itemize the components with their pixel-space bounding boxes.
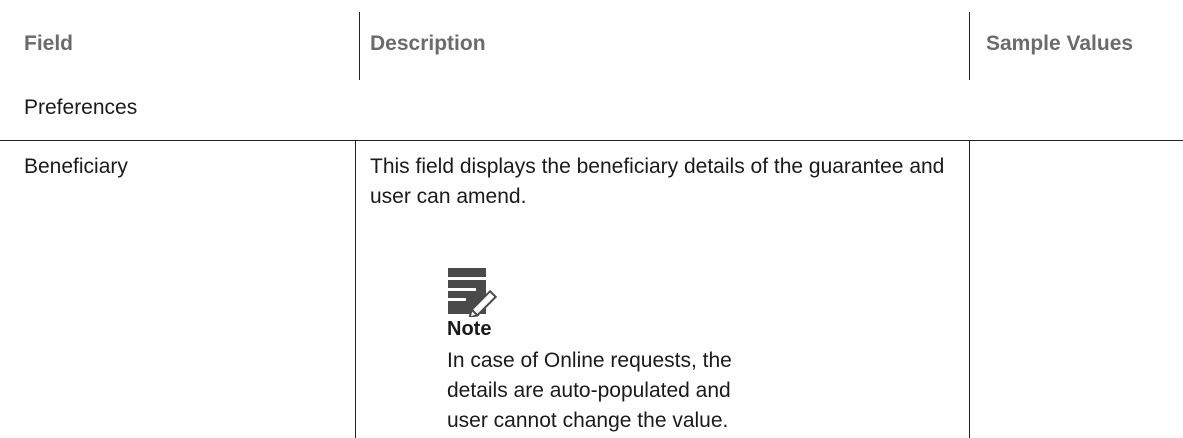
- header-divider-2: [969, 12, 970, 80]
- header-description: Description: [370, 32, 486, 55]
- header-divider-1: [359, 12, 360, 80]
- row-divider-2: [969, 140, 970, 438]
- field-description: This field displays the beneficiary deta…: [370, 155, 945, 208]
- note-icon: [448, 268, 498, 317]
- note-text: In case of Online requests, the details …: [447, 349, 732, 432]
- row-top-border: [0, 140, 1183, 141]
- section-label: Preferences: [24, 96, 138, 119]
- note-title: Note: [447, 318, 492, 340]
- field-name: Beneficiary: [24, 155, 128, 178]
- header-field: Field: [24, 32, 74, 55]
- row-divider-1: [355, 140, 356, 438]
- header-sample-values: Sample Values: [986, 32, 1134, 55]
- field-description-table: Field Description Sample Values Preferen…: [0, 0, 1183, 438]
